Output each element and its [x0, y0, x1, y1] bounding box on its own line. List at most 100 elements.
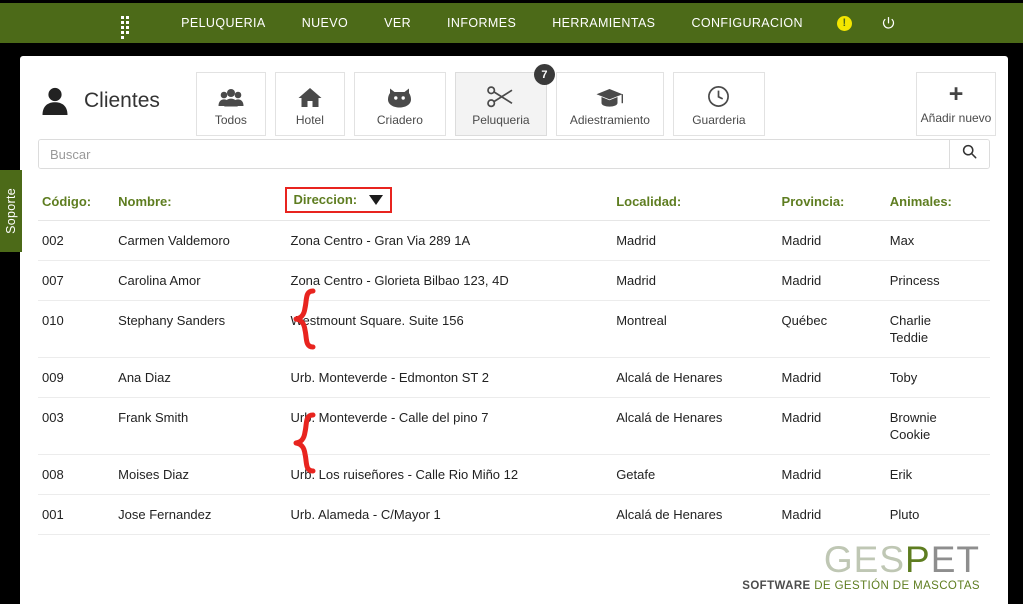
cell-direccion: Zona Centro - Gran Via 289 1A	[291, 221, 617, 261]
cell-animales: Toby	[890, 358, 990, 398]
cell-direccion: Westmount Square. Suite 156	[291, 301, 617, 358]
cat-icon	[387, 82, 412, 108]
cell-direccion: Urb. Monteverde - Edmonton ST 2	[291, 358, 617, 398]
cell-localidad: Montreal	[616, 301, 781, 358]
grid-icon[interactable]	[121, 16, 135, 30]
table-row[interactable]: 007Carolina AmorZona Centro - Glorieta B…	[38, 261, 990, 301]
cell-animales: BrownieCookie	[890, 398, 990, 455]
warning-icon[interactable]	[837, 16, 852, 31]
table-row[interactable]: 008Moises DiazUrb. Los ruiseñores - Call…	[38, 455, 990, 495]
cell-provincia: Madrid	[782, 358, 890, 398]
page-title-block: Clientes	[20, 84, 160, 118]
clock-icon	[707, 82, 730, 108]
cell-direccion: Zona Centro - Glorieta Bilbao 123, 4D	[291, 261, 617, 301]
cell-provincia: Québec	[782, 301, 890, 358]
column-header-codigo[interactable]: Código:	[38, 191, 118, 221]
tab-hotel-label: Hotel	[296, 113, 324, 127]
add-new-label: Añadir nuevo	[921, 111, 992, 125]
tab-todos-label: Todos	[215, 113, 247, 127]
support-side-tab-label: Soporte	[4, 188, 18, 234]
search-bar	[38, 139, 990, 169]
gespet-logo-tagline: SOFTWARE DE GESTIÓN DE MASCOTAS	[742, 580, 980, 592]
cell-animales: Erik	[890, 455, 990, 495]
tab-criadero[interactable]: Criadero	[354, 72, 446, 136]
nav-item-herramientas[interactable]: HERRAMIENTAS	[534, 16, 673, 30]
cell-nombre: Frank Smith	[118, 398, 290, 455]
table-row[interactable]: 009Ana DiazUrb. Monteverde - Edmonton ST…	[38, 358, 990, 398]
search-icon	[962, 144, 977, 164]
cell-localidad: Alcalá de Henares	[616, 495, 781, 535]
top-navigation-bar: PELUQUERIA NUEVO VER INFORMES HERRAMIENT…	[0, 3, 1023, 43]
table-row[interactable]: 002Carmen ValdemoroZona Centro - Gran Vi…	[38, 221, 990, 261]
animal-name: Charlie	[890, 312, 990, 329]
plus-icon: +	[949, 84, 964, 104]
column-header-direccion[interactable]: Direccion:	[291, 191, 617, 221]
cell-animales: Princess	[890, 261, 990, 301]
nav-item-ver[interactable]: VER	[366, 16, 429, 30]
column-header-direccion-label: Direccion:	[294, 192, 358, 207]
cell-localidad: Getafe	[616, 455, 781, 495]
logo-part-p: P	[905, 539, 931, 580]
nav-item-informes[interactable]: INFORMES	[429, 16, 534, 30]
search-button[interactable]	[949, 140, 989, 168]
nav-item-configuracion[interactable]: CONFIGURACION	[673, 16, 820, 30]
column-header-animales[interactable]: Animales:	[890, 191, 990, 221]
cell-localidad: Alcalá de Henares	[616, 358, 781, 398]
column-header-provincia[interactable]: Provincia:	[782, 191, 890, 221]
support-side-tab[interactable]: Soporte	[0, 170, 22, 252]
scissors-icon	[487, 82, 514, 108]
animal-name: Toby	[890, 369, 990, 386]
cell-direccion: Urb. Monteverde - Calle del pino 7	[291, 398, 617, 455]
tab-adiestramiento-label: Adiestramiento	[570, 113, 650, 127]
cell-provincia: Madrid	[782, 455, 890, 495]
page-header: Clientes Todos	[20, 56, 1008, 135]
tab-todos[interactable]: Todos	[196, 72, 266, 136]
cell-provincia: Madrid	[782, 398, 890, 455]
cell-codigo: 010	[38, 301, 118, 358]
cell-localidad: Alcalá de Henares	[616, 398, 781, 455]
cell-animales: Max	[890, 221, 990, 261]
table-row[interactable]: 003Frank SmithUrb. Monteverde - Calle de…	[38, 398, 990, 455]
animal-name: Erik	[890, 466, 990, 483]
cell-direccion: Urb. Alameda - C/Mayor 1	[291, 495, 617, 535]
column-header-nombre[interactable]: Nombre:	[118, 191, 290, 221]
tab-guarderia[interactable]: Guarderia	[673, 72, 765, 136]
users-icon	[218, 82, 244, 108]
logo-tagline-software: SOFTWARE	[742, 580, 810, 592]
cell-localidad: Madrid	[616, 221, 781, 261]
tab-criadero-label: Criadero	[377, 113, 423, 127]
add-new-button[interactable]: + Añadir nuevo	[916, 72, 996, 136]
logo-tagline-rest: DE GESTIÓN DE MASCOTAS	[811, 580, 980, 592]
column-header-localidad[interactable]: Localidad:	[616, 191, 781, 221]
clients-table: Código: Nombre: Direccion: Localidad: Pr…	[38, 191, 990, 535]
cell-nombre: Jose Fernandez	[118, 495, 290, 535]
graduation-cap-icon	[596, 82, 623, 108]
cell-animales: CharlieTeddie	[890, 301, 990, 358]
cell-nombre: Carolina Amor	[118, 261, 290, 301]
power-icon[interactable]	[876, 10, 902, 36]
top-navigation-items: PELUQUERIA NUEVO VER INFORMES HERRAMIENT…	[121, 10, 902, 36]
table-row[interactable]: 010Stephany SandersWestmount Square. Sui…	[38, 301, 990, 358]
nav-item-peluqueria[interactable]: PELUQUERIA	[163, 16, 284, 30]
sort-descending-icon[interactable]	[369, 195, 383, 205]
search-input[interactable]	[39, 140, 949, 168]
tab-peluqueria-badge: 7	[534, 64, 555, 85]
tab-adiestramiento[interactable]: Adiestramiento	[556, 72, 664, 136]
cell-codigo: 008	[38, 455, 118, 495]
table-row[interactable]: 001Jose FernandezUrb. Alameda - C/Mayor …	[38, 495, 990, 535]
cell-codigo: 007	[38, 261, 118, 301]
animal-name: Teddie	[890, 329, 990, 346]
home-icon	[298, 82, 322, 108]
person-icon	[38, 84, 72, 118]
tab-peluqueria[interactable]: 7 Peluqueria	[455, 72, 547, 136]
table-header-row: Código: Nombre: Direccion: Localidad: Pr…	[38, 191, 990, 221]
cell-direccion: Urb. Los ruiseñores - Calle Rio Miño 12	[291, 455, 617, 495]
animal-name: Brownie	[890, 409, 990, 426]
tab-peluqueria-label: Peluqueria	[472, 113, 529, 127]
nav-item-nuevo[interactable]: NUEVO	[284, 16, 366, 30]
animal-name: Max	[890, 232, 990, 249]
tab-hotel[interactable]: Hotel	[275, 72, 345, 136]
cell-localidad: Madrid	[616, 261, 781, 301]
cell-nombre: Moises Diaz	[118, 455, 290, 495]
cell-codigo: 001	[38, 495, 118, 535]
